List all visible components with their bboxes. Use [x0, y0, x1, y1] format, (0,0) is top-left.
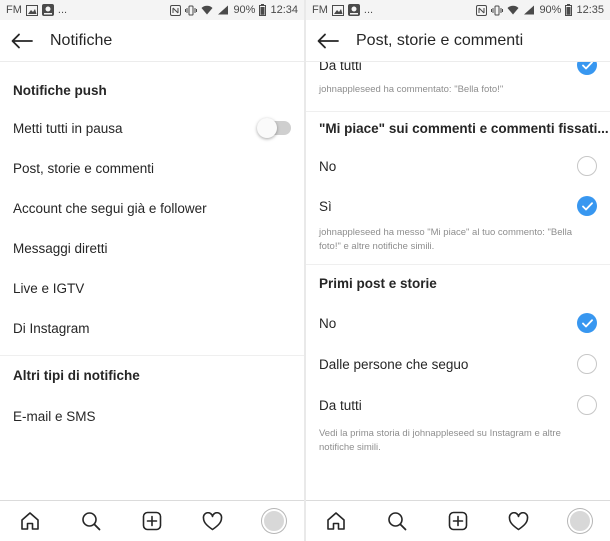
toggle-knob: [257, 118, 277, 138]
menu-item-label: Live e IGTV: [13, 280, 85, 296]
page-title: Notifiche: [50, 31, 113, 49]
wifi-icon: [507, 5, 519, 15]
gallery-icon: [25, 4, 38, 16]
option-comments-everyone[interactable]: Da tutti: [306, 62, 610, 75]
add-post-icon[interactable]: [132, 503, 172, 539]
clock: 12:34: [270, 4, 298, 16]
battery-percent: 90%: [539, 4, 562, 16]
add-post-icon[interactable]: [438, 503, 478, 539]
app-header: Post, storie e commenti: [306, 20, 610, 62]
section-other-title: Altri tipi di notifiche: [13, 368, 140, 383]
nfc-icon: [170, 4, 182, 16]
phone-posts-stories-comments: FM ... 90% 12:35 Post, storie e commenti…: [306, 0, 610, 541]
section-push-title: Notifiche push: [13, 83, 107, 98]
clock: 12:35: [576, 4, 604, 16]
radio-unselected-icon[interactable]: [577, 354, 597, 374]
option-first-posts-following[interactable]: Dalle persone che seguo: [306, 352, 610, 376]
pause-all-toggle[interactable]: [257, 118, 291, 138]
back-arrow-icon[interactable]: [314, 27, 342, 55]
option-label: Dalle persone che seguo: [319, 356, 469, 372]
avatar: [261, 509, 286, 533]
app-notification-icon: [41, 4, 54, 16]
radio-unselected-icon[interactable]: [577, 156, 597, 176]
section-first-posts-title: Primi post e storie: [319, 276, 437, 291]
vibrate-icon: [185, 5, 198, 16]
option-label: No: [319, 158, 337, 174]
option-label: No: [319, 315, 337, 331]
option-likes-yes[interactable]: Sì: [306, 194, 610, 218]
activity-heart-icon[interactable]: [499, 503, 539, 539]
option-first-posts-everyone[interactable]: Da tutti: [306, 393, 610, 417]
menu-item-email-sms[interactable]: E-mail e SMS: [0, 401, 304, 431]
menu-item-direct-messages[interactable]: Messaggi diretti: [0, 233, 304, 263]
menu-item-label: Messaggi diretti: [13, 240, 108, 256]
option-label: Sì: [319, 198, 332, 214]
more-notifications-dots: ...: [363, 4, 374, 16]
status-bar: FM ...: [0, 0, 304, 20]
phone-notifications: FM ... 90% 12:34 Notifiche Notifiche pus…: [0, 0, 304, 541]
back-arrow-icon[interactable]: [8, 27, 36, 55]
app-notification-icon: [347, 4, 360, 16]
home-icon[interactable]: [316, 503, 356, 539]
settings-options: Da tutti johnappleseed ha commentato: "B…: [306, 62, 610, 500]
menu-item-following-followers[interactable]: Account che segui già e follower: [0, 193, 304, 223]
activity-heart-icon[interactable]: [193, 503, 233, 539]
battery-icon: [565, 4, 573, 16]
page-title: Post, storie e commenti: [356, 31, 524, 49]
menu-item-label: Account che segui già e follower: [13, 200, 207, 216]
section-likes-title: "Mi piace" sui commenti e commenti fissa…: [319, 121, 609, 136]
fm-radio-label: FM: [312, 4, 328, 16]
comments-example-text: johnappleseed ha commentato: "Bella foto…: [319, 84, 504, 95]
search-icon[interactable]: [71, 503, 111, 539]
search-icon[interactable]: [377, 503, 417, 539]
bottom-tab-bar: [0, 500, 304, 541]
gallery-icon: [331, 4, 344, 16]
likes-example-text: johnappleseed ha messo "Mi piace" al tuo…: [319, 227, 573, 252]
radio-unselected-icon[interactable]: [577, 395, 597, 415]
option-first-posts-no[interactable]: No: [306, 311, 610, 335]
menu-item-label: Di Instagram: [13, 320, 90, 336]
home-icon[interactable]: [10, 503, 50, 539]
fm-radio-label: FM: [6, 4, 22, 16]
battery-icon: [259, 4, 267, 16]
menu-item-live-igtv[interactable]: Live e IGTV: [0, 273, 304, 303]
option-likes-no[interactable]: No: [306, 154, 610, 178]
first-posts-example-text: Vedi la prima storia di johnappleseed su…: [319, 428, 561, 453]
radio-selected-check-icon[interactable]: [577, 313, 597, 333]
signal-icon: [217, 5, 229, 15]
option-label: Da tutti: [319, 397, 362, 413]
pause-all-label: Metti tutti in pausa: [13, 120, 123, 136]
more-notifications-dots: ...: [57, 4, 68, 16]
nfc-icon: [476, 4, 488, 16]
battery-percent: 90%: [233, 4, 256, 16]
menu-item-label: Post, storie e commenti: [13, 160, 155, 176]
wifi-icon: [201, 5, 213, 15]
menu-item-posts-stories-comments[interactable]: Post, storie e commenti: [0, 153, 304, 183]
app-header: Notifiche: [0, 20, 304, 62]
avatar: [567, 509, 592, 533]
menu-item-from-instagram[interactable]: Di Instagram: [0, 313, 304, 343]
status-bar: FM ...: [306, 0, 610, 20]
signal-icon: [523, 5, 535, 15]
menu-item-label: E-mail e SMS: [13, 408, 96, 424]
profile-avatar[interactable]: [254, 503, 294, 539]
screenshot-composite: FM ... 90% 12:34 Notifiche Notifiche pus…: [0, 0, 610, 541]
option-label: Da tutti: [319, 62, 362, 73]
radio-selected-check-icon[interactable]: [577, 196, 597, 216]
vibrate-icon: [491, 5, 504, 16]
bottom-tab-bar: [306, 500, 610, 541]
profile-avatar[interactable]: [560, 503, 600, 539]
settings-list: Notifiche push Metti tutti in pausa Post…: [0, 62, 304, 500]
pause-all-row[interactable]: Metti tutti in pausa: [0, 113, 304, 143]
